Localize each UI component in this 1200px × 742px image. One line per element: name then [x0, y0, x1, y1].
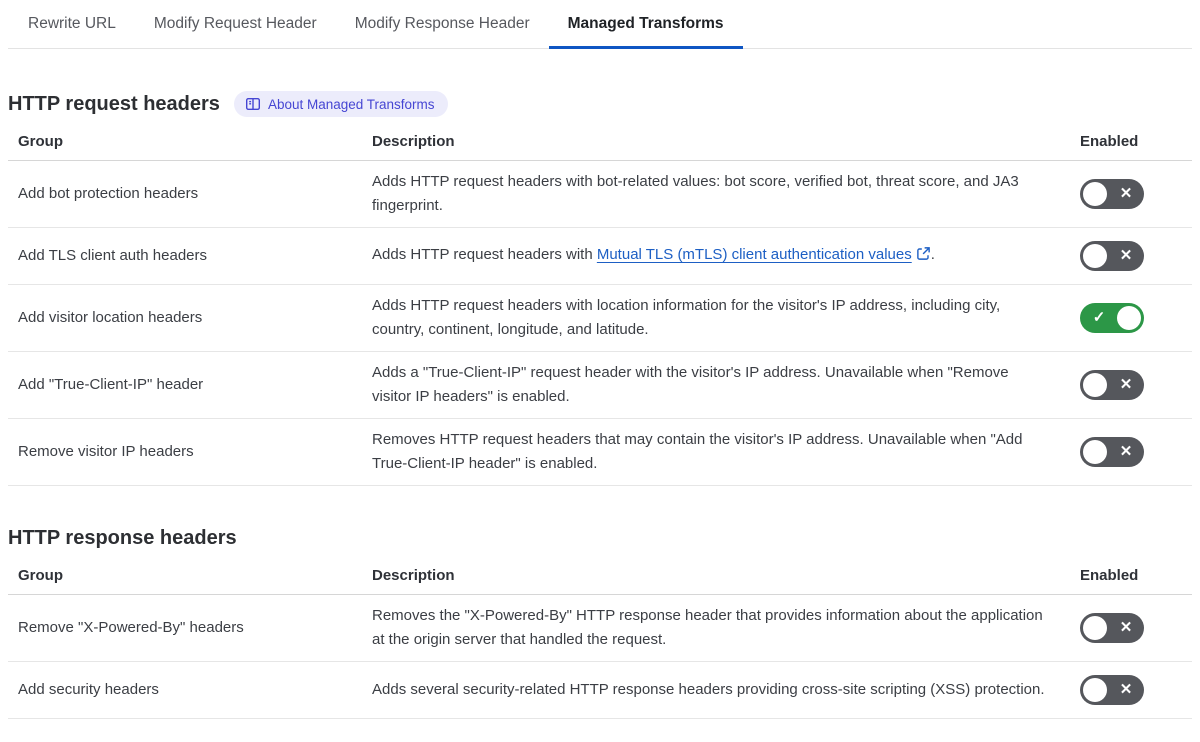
- group-cell: Add visitor location headers: [18, 309, 203, 326]
- toggle-knob: [1083, 678, 1107, 702]
- group-cell: Add "True-Client-IP" header: [18, 376, 204, 393]
- toggle-knob: [1083, 440, 1107, 464]
- column-header-enabled: Enabled: [1080, 133, 1139, 150]
- tab-modify-response-header[interactable]: Modify Response Header: [336, 0, 549, 48]
- enabled-cell: ✕: [1060, 675, 1192, 705]
- toggle-add-tls-client-auth-headers[interactable]: ✕: [1080, 241, 1144, 271]
- enabled-cell: ✕: [1060, 370, 1192, 400]
- request-headers-title: HTTP request headers: [8, 93, 220, 115]
- about-managed-transforms-badge[interactable]: About Managed Transforms: [233, 91, 448, 117]
- description-cell: Adds HTTP request headers with Mutual TL…: [372, 234, 1060, 278]
- enabled-cell: ✕: [1060, 241, 1192, 271]
- toggle-remove-x-powered-by-headers[interactable]: ✕: [1080, 613, 1144, 643]
- toggle-remove-visitor-ip-headers[interactable]: ✕: [1080, 437, 1144, 467]
- response-headers-section-head: HTTP response headers: [8, 524, 1192, 552]
- cross-icon: ✕: [1119, 681, 1133, 698]
- table-row: Add "True-Client-IP" header Adds a "True-…: [8, 352, 1192, 419]
- table-row: Remove visitor IP headers Removes HTTP re…: [8, 419, 1192, 486]
- group-cell: Remove "X-Powered-By" headers: [18, 619, 244, 636]
- description-cell: Adds a "True-Client-IP" request header w…: [372, 364, 1009, 405]
- main-content: HTTP request headers About Managed Trans…: [0, 90, 1200, 719]
- group-cell: Remove visitor IP headers: [18, 443, 194, 460]
- external-link-icon: [916, 245, 931, 269]
- toggle-knob: [1083, 182, 1107, 206]
- tab-modify-request-header[interactable]: Modify Request Header: [135, 0, 336, 48]
- description-cell: Removes the "X-Powered-By" HTTP response…: [372, 607, 1043, 648]
- cross-icon: ✕: [1119, 443, 1133, 460]
- column-header-description: Description: [372, 567, 455, 584]
- description-cell: Adds HTTP request headers with bot-relat…: [372, 173, 1019, 214]
- enabled-cell: ✕: [1060, 437, 1192, 467]
- toggle-knob: [1083, 244, 1107, 268]
- description-cell: Removes HTTP request headers that may co…: [372, 431, 1023, 472]
- toggle-add-visitor-location-headers[interactable]: ✓: [1080, 303, 1144, 333]
- column-header-group: Group: [18, 133, 63, 150]
- description-cell: Adds HTTP request headers with location …: [372, 297, 1001, 338]
- table-row: Add security headers Adds several securit…: [8, 662, 1192, 719]
- table-row: Add visitor location headers Adds HTTP re…: [8, 285, 1192, 352]
- column-header-enabled: Enabled: [1080, 567, 1139, 584]
- enabled-cell: ✓: [1060, 303, 1192, 333]
- toggle-add-true-client-ip-header[interactable]: ✕: [1080, 370, 1144, 400]
- table-header-row: Group Description Enabled: [8, 564, 1192, 595]
- cross-icon: ✕: [1119, 376, 1133, 393]
- request-headers-rows: Add bot protection headers Adds HTTP requ…: [8, 161, 1192, 486]
- enabled-cell: ✕: [1060, 179, 1192, 209]
- mutual-tls-mtls-client-authentication-values-link[interactable]: Mutual TLS (mTLS) client authentication …: [597, 246, 912, 263]
- description-cell: Adds several security-related HTTP respo…: [372, 681, 1045, 698]
- toggle-knob: [1117, 306, 1141, 330]
- request-headers-table: Group Description Enabled Add bot protec…: [8, 130, 1192, 486]
- request-headers-section-head: HTTP request headers About Managed Trans…: [8, 90, 1192, 118]
- check-icon: ✓: [1092, 309, 1106, 326]
- group-cell: Add bot protection headers: [18, 185, 199, 202]
- toggle-knob: [1083, 373, 1107, 397]
- response-headers-rows: Remove "X-Powered-By" headers Removes the…: [8, 595, 1192, 719]
- enabled-cell: ✕: [1060, 613, 1192, 643]
- badge-label: About Managed Transforms: [267, 96, 435, 112]
- column-header-description: Description: [372, 133, 455, 150]
- cross-icon: ✕: [1119, 185, 1133, 202]
- table-row: Remove "X-Powered-By" headers Removes the…: [8, 595, 1192, 662]
- tab-managed-transforms[interactable]: Managed Transforms: [548, 0, 743, 49]
- cross-icon: ✕: [1119, 247, 1133, 264]
- book-icon: [245, 96, 261, 112]
- table-header-row: Group Description Enabled: [8, 130, 1192, 161]
- tab-rewrite-url[interactable]: Rewrite URL: [9, 0, 135, 48]
- toggle-add-bot-protection-headers[interactable]: ✕: [1080, 179, 1144, 209]
- table-row: Add bot protection headers Adds HTTP requ…: [8, 161, 1192, 228]
- response-headers-title: HTTP response headers: [8, 527, 237, 549]
- toggle-knob: [1083, 616, 1107, 640]
- group-cell: Add security headers: [18, 681, 159, 698]
- column-header-group: Group: [18, 567, 63, 584]
- response-headers-table: Group Description Enabled Remove "X-Powe…: [8, 564, 1192, 719]
- cross-icon: ✕: [1119, 619, 1133, 636]
- table-row: Add TLS client auth headers Adds HTTP req…: [8, 228, 1192, 285]
- group-cell: Add TLS client auth headers: [18, 247, 208, 264]
- toggle-add-security-headers[interactable]: ✕: [1080, 675, 1144, 705]
- tab-bar: Rewrite URL Modify Request Header Modify R…: [8, 0, 1192, 49]
